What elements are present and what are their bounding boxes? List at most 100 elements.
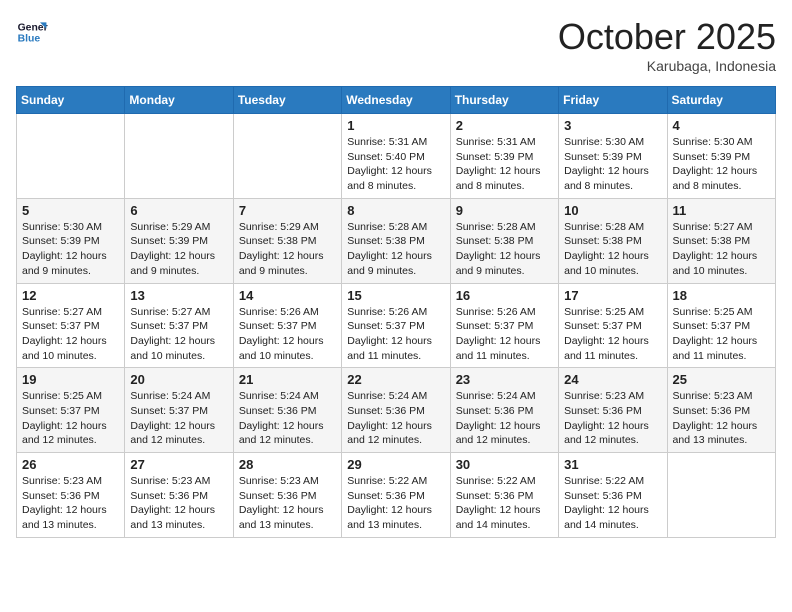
day-info: Sunrise: 5:27 AM Sunset: 5:37 PM Dayligh… bbox=[130, 305, 227, 364]
day-info: Sunrise: 5:23 AM Sunset: 5:36 PM Dayligh… bbox=[673, 389, 770, 448]
day-info: Sunrise: 5:30 AM Sunset: 5:39 PM Dayligh… bbox=[22, 220, 119, 279]
calendar-cell bbox=[667, 453, 775, 538]
day-info: Sunrise: 5:30 AM Sunset: 5:39 PM Dayligh… bbox=[673, 135, 770, 194]
day-number: 27 bbox=[130, 457, 227, 472]
day-info: Sunrise: 5:28 AM Sunset: 5:38 PM Dayligh… bbox=[347, 220, 444, 279]
calendar-header-row: SundayMondayTuesdayWednesdayThursdayFrid… bbox=[17, 87, 776, 114]
weekday-header: Tuesday bbox=[233, 87, 341, 114]
calendar-cell: 25 Sunrise: 5:23 AM Sunset: 5:36 PM Dayli… bbox=[667, 368, 775, 453]
calendar-week-row: 12 Sunrise: 5:27 AM Sunset: 5:37 PM Dayli… bbox=[17, 283, 776, 368]
calendar-cell: 11 Sunrise: 5:27 AM Sunset: 5:38 PM Dayli… bbox=[667, 198, 775, 283]
day-number: 30 bbox=[456, 457, 553, 472]
calendar-week-row: 19Sunrise: 5:25 AM Sunset: 5:37 PM Dayli… bbox=[17, 368, 776, 453]
day-info: Sunrise: 5:25 AM Sunset: 5:37 PM Dayligh… bbox=[22, 389, 119, 448]
weekday-header: Wednesday bbox=[342, 87, 450, 114]
calendar-cell: 5 Sunrise: 5:30 AM Sunset: 5:39 PM Daylig… bbox=[17, 198, 125, 283]
calendar-week-row: 26Sunrise: 5:23 AM Sunset: 5:36 PM Dayli… bbox=[17, 453, 776, 538]
title-block: October 2025 Karubaga, Indonesia bbox=[558, 16, 776, 74]
logo: General Blue bbox=[16, 16, 48, 48]
calendar-cell bbox=[125, 114, 233, 199]
weekday-header: Friday bbox=[559, 87, 667, 114]
day-number: 21 bbox=[239, 372, 336, 387]
calendar-cell: 15 Sunrise: 5:26 AM Sunset: 5:37 PM Dayli… bbox=[342, 283, 450, 368]
day-number: 1 bbox=[347, 118, 444, 133]
calendar-cell: 9 Sunrise: 5:28 AM Sunset: 5:38 PM Daylig… bbox=[450, 198, 558, 283]
day-info: Sunrise: 5:22 AM Sunset: 5:36 PM Dayligh… bbox=[456, 474, 553, 533]
logo-icon: General Blue bbox=[16, 16, 48, 48]
day-info: Sunrise: 5:29 AM Sunset: 5:38 PM Dayligh… bbox=[239, 220, 336, 279]
weekday-header: Saturday bbox=[667, 87, 775, 114]
day-number: 9 bbox=[456, 203, 553, 218]
calendar-cell: 26Sunrise: 5:23 AM Sunset: 5:36 PM Dayli… bbox=[17, 453, 125, 538]
calendar-cell: 2 Sunrise: 5:31 AM Sunset: 5:39 PM Daylig… bbox=[450, 114, 558, 199]
day-info: Sunrise: 5:24 AM Sunset: 5:36 PM Dayligh… bbox=[347, 389, 444, 448]
calendar-cell: 12 Sunrise: 5:27 AM Sunset: 5:37 PM Dayli… bbox=[17, 283, 125, 368]
day-info: Sunrise: 5:29 AM Sunset: 5:39 PM Dayligh… bbox=[130, 220, 227, 279]
day-number: 2 bbox=[456, 118, 553, 133]
day-number: 23 bbox=[456, 372, 553, 387]
day-number: 31 bbox=[564, 457, 661, 472]
day-number: 29 bbox=[347, 457, 444, 472]
day-number: 3 bbox=[564, 118, 661, 133]
day-info: Sunrise: 5:25 AM Sunset: 5:37 PM Dayligh… bbox=[564, 305, 661, 364]
calendar-cell: 24 Sunrise: 5:23 AM Sunset: 5:36 PM Dayli… bbox=[559, 368, 667, 453]
day-info: Sunrise: 5:22 AM Sunset: 5:36 PM Dayligh… bbox=[347, 474, 444, 533]
calendar-cell: 1 Sunrise: 5:31 AM Sunset: 5:40 PM Daylig… bbox=[342, 114, 450, 199]
day-number: 8 bbox=[347, 203, 444, 218]
day-number: 25 bbox=[673, 372, 770, 387]
page-header: General Blue October 2025 Karubaga, Indo… bbox=[16, 16, 776, 74]
calendar-cell: 14Sunrise: 5:26 AM Sunset: 5:37 PM Dayli… bbox=[233, 283, 341, 368]
calendar-cell: 17 Sunrise: 5:25 AM Sunset: 5:37 PM Dayli… bbox=[559, 283, 667, 368]
day-info: Sunrise: 5:30 AM Sunset: 5:39 PM Dayligh… bbox=[564, 135, 661, 194]
calendar-cell bbox=[17, 114, 125, 199]
day-number: 20 bbox=[130, 372, 227, 387]
day-number: 16 bbox=[456, 288, 553, 303]
day-info: Sunrise: 5:26 AM Sunset: 5:37 PM Dayligh… bbox=[347, 305, 444, 364]
day-number: 5 bbox=[22, 203, 119, 218]
day-info: Sunrise: 5:26 AM Sunset: 5:37 PM Dayligh… bbox=[456, 305, 553, 364]
calendar-cell: 6 Sunrise: 5:29 AM Sunset: 5:39 PM Daylig… bbox=[125, 198, 233, 283]
day-info: Sunrise: 5:24 AM Sunset: 5:36 PM Dayligh… bbox=[456, 389, 553, 448]
day-info: Sunrise: 5:22 AM Sunset: 5:36 PM Dayligh… bbox=[564, 474, 661, 533]
day-number: 11 bbox=[673, 203, 770, 218]
day-info: Sunrise: 5:31 AM Sunset: 5:39 PM Dayligh… bbox=[456, 135, 553, 194]
day-info: Sunrise: 5:23 AM Sunset: 5:36 PM Dayligh… bbox=[564, 389, 661, 448]
day-info: Sunrise: 5:24 AM Sunset: 5:37 PM Dayligh… bbox=[130, 389, 227, 448]
calendar-cell: 8 Sunrise: 5:28 AM Sunset: 5:38 PM Daylig… bbox=[342, 198, 450, 283]
day-info: Sunrise: 5:25 AM Sunset: 5:37 PM Dayligh… bbox=[673, 305, 770, 364]
calendar-cell: 16 Sunrise: 5:26 AM Sunset: 5:37 PM Dayli… bbox=[450, 283, 558, 368]
calendar-cell: 10Sunrise: 5:28 AM Sunset: 5:38 PM Dayli… bbox=[559, 198, 667, 283]
day-info: Sunrise: 5:28 AM Sunset: 5:38 PM Dayligh… bbox=[456, 220, 553, 279]
svg-text:Blue: Blue bbox=[18, 34, 41, 45]
day-number: 12 bbox=[22, 288, 119, 303]
weekday-header: Monday bbox=[125, 87, 233, 114]
weekday-header: Thursday bbox=[450, 87, 558, 114]
calendar-cell: 18Sunrise: 5:25 AM Sunset: 5:37 PM Dayli… bbox=[667, 283, 775, 368]
day-number: 24 bbox=[564, 372, 661, 387]
weekday-header: Sunday bbox=[17, 87, 125, 114]
calendar-week-row: 1 Sunrise: 5:31 AM Sunset: 5:40 PM Daylig… bbox=[17, 114, 776, 199]
calendar-cell: 19Sunrise: 5:25 AM Sunset: 5:37 PM Dayli… bbox=[17, 368, 125, 453]
day-info: Sunrise: 5:27 AM Sunset: 5:38 PM Dayligh… bbox=[673, 220, 770, 279]
day-number: 15 bbox=[347, 288, 444, 303]
day-number: 6 bbox=[130, 203, 227, 218]
calendar-week-row: 5 Sunrise: 5:30 AM Sunset: 5:39 PM Daylig… bbox=[17, 198, 776, 283]
calendar-cell: 3 Sunrise: 5:30 AM Sunset: 5:39 PM Daylig… bbox=[559, 114, 667, 199]
calendar-cell: 23 Sunrise: 5:24 AM Sunset: 5:36 PM Dayli… bbox=[450, 368, 558, 453]
day-info: Sunrise: 5:31 AM Sunset: 5:40 PM Dayligh… bbox=[347, 135, 444, 194]
day-number: 4 bbox=[673, 118, 770, 133]
day-info: Sunrise: 5:28 AM Sunset: 5:38 PM Dayligh… bbox=[564, 220, 661, 279]
day-info: Sunrise: 5:27 AM Sunset: 5:37 PM Dayligh… bbox=[22, 305, 119, 364]
day-number: 13 bbox=[130, 288, 227, 303]
calendar-cell: 30 Sunrise: 5:22 AM Sunset: 5:36 PM Dayli… bbox=[450, 453, 558, 538]
day-number: 22 bbox=[347, 372, 444, 387]
calendar-cell: 4 Sunrise: 5:30 AM Sunset: 5:39 PM Daylig… bbox=[667, 114, 775, 199]
calendar-cell: 31 Sunrise: 5:22 AM Sunset: 5:36 PM Dayli… bbox=[559, 453, 667, 538]
day-number: 17 bbox=[564, 288, 661, 303]
day-number: 7 bbox=[239, 203, 336, 218]
day-info: Sunrise: 5:23 AM Sunset: 5:36 PM Dayligh… bbox=[239, 474, 336, 533]
month-title: October 2025 bbox=[558, 16, 776, 58]
day-info: Sunrise: 5:26 AM Sunset: 5:37 PM Dayligh… bbox=[239, 305, 336, 364]
calendar-cell: 20 Sunrise: 5:24 AM Sunset: 5:37 PM Dayli… bbox=[125, 368, 233, 453]
calendar-cell: 22 Sunrise: 5:24 AM Sunset: 5:36 PM Dayli… bbox=[342, 368, 450, 453]
